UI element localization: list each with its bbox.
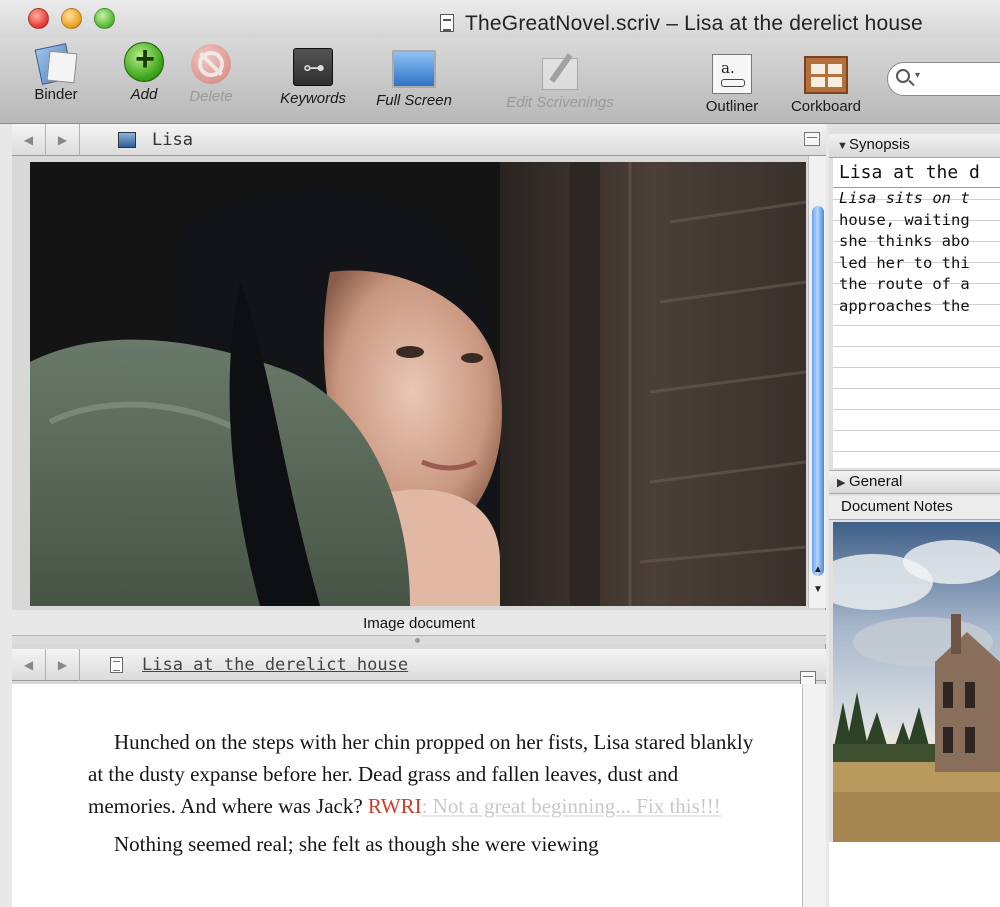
general-label: General xyxy=(849,473,903,490)
split-divider[interactable] xyxy=(12,636,826,644)
editor-scrollbar[interactable] xyxy=(802,684,826,907)
bottom-editor-header: ◀ ▶ Lisa at the derelict house xyxy=(12,649,826,685)
paragraph-1: Hunched on the steps with her chin propp… xyxy=(88,726,762,822)
synopsis-line: Lisa sits on t xyxy=(839,189,970,207)
top-editor-title: Lisa xyxy=(152,130,193,150)
synopsis-line: approaches the xyxy=(839,296,970,315)
derelict-house-photo xyxy=(833,522,1000,842)
image-document-view xyxy=(30,162,806,606)
outliner-label: Outliner xyxy=(705,98,759,115)
bottom-editor-title: Lisa at the derelict house xyxy=(142,655,409,675)
image-document-icon xyxy=(118,132,136,148)
synopsis-header[interactable]: ▼Synopsis xyxy=(829,134,1000,158)
edit-scrivenings-button[interactable]: Edit Scrivenings xyxy=(492,50,628,111)
outliner-button[interactable]: Outliner xyxy=(696,54,768,115)
full-screen-button[interactable]: Full Screen xyxy=(366,50,462,109)
document-notes-area[interactable] xyxy=(829,842,1000,907)
bottom-forward-button[interactable]: ▶ xyxy=(46,649,80,681)
delete-icon xyxy=(191,44,231,84)
synopsis-card[interactable]: Lisa at the d Lisa sits on t house, wait… xyxy=(833,158,1000,468)
add-label: Add xyxy=(130,86,158,103)
add-icon xyxy=(124,40,165,82)
zoom-window-button[interactable] xyxy=(94,8,115,29)
add-button[interactable]: Add xyxy=(118,40,170,103)
lisa-photo xyxy=(30,162,806,606)
delete-button[interactable]: Delete xyxy=(182,44,240,105)
keywords-button[interactable]: Keywords xyxy=(270,48,356,107)
document-notes-header[interactable]: Document Notes xyxy=(829,496,1000,520)
text-editor[interactable]: Hunched on the steps with her chin propp… xyxy=(12,684,802,907)
annotation-text: : Not a great beginning... Fix this!!! xyxy=(421,794,721,818)
top-forward-button[interactable]: ▶ xyxy=(46,124,80,156)
synopsis-line: she thinks abo xyxy=(839,232,970,250)
synopsis-line: the route of a xyxy=(839,275,970,293)
top-back-button[interactable]: ◀ xyxy=(12,124,46,156)
paragraph-2: Nothing seemed real; she felt as though … xyxy=(114,832,599,856)
corkboard-icon xyxy=(804,56,848,94)
synopsis-title[interactable]: Lisa at the d xyxy=(833,158,1000,188)
binder-label: Binder xyxy=(34,86,78,103)
keywords-icon xyxy=(293,48,334,86)
editor-area: ◀ ▶ Lisa ▲ ▼ Image document ◀ ▶ Lisa at … xyxy=(12,124,826,907)
document-proxy-icon[interactable] xyxy=(440,14,454,32)
text-document-icon xyxy=(110,657,123,673)
inspector-pane: ▼Synopsis Lisa at the d Lisa sits on t h… xyxy=(829,124,1000,907)
delete-label: Delete xyxy=(189,88,233,105)
close-window-button[interactable] xyxy=(28,8,49,29)
corkboard-label: Corkboard xyxy=(790,98,862,115)
window-title: TheGreatNovel.scriv – Lisa at the dereli… xyxy=(465,12,923,35)
scrivener-window: TheGreatNovel.scriv – Lisa at the dereli… xyxy=(0,0,1000,907)
scroll-down-arrow[interactable]: ▼ xyxy=(809,584,827,595)
outliner-icon xyxy=(712,54,752,94)
general-header[interactable]: ▶ General xyxy=(829,470,1000,494)
bottom-split-button[interactable] xyxy=(800,671,816,685)
top-split-button[interactable] xyxy=(804,132,820,146)
bottom-back-button[interactable]: ◀ xyxy=(12,649,46,681)
binder-icon xyxy=(34,42,78,82)
scrollbar-thumb[interactable] xyxy=(812,206,824,576)
image-caption: Image document xyxy=(12,610,826,636)
toolbar: Binder Add Delete Keywords Full Screen E… xyxy=(0,38,1000,124)
corkboard-button[interactable]: Corkboard xyxy=(780,56,872,115)
full-screen-icon xyxy=(392,50,436,88)
synopsis-line: house, waiting xyxy=(839,210,970,229)
search-icon xyxy=(896,69,910,83)
minimize-window-button[interactable] xyxy=(61,8,82,29)
synopsis-line: led her to thi xyxy=(839,253,970,272)
top-editor-header: ◀ ▶ Lisa xyxy=(12,124,826,156)
disclosure-open-icon: ▼ xyxy=(837,140,848,152)
edit-scrivenings-label: Edit Scrivenings xyxy=(506,94,614,111)
chevron-down-icon: ▾ xyxy=(915,70,921,81)
keywords-label: Keywords xyxy=(280,90,346,107)
synopsis-label: Synopsis xyxy=(849,136,910,153)
annotation-tag: RWRI xyxy=(367,794,422,818)
disclosure-closed-icon: ▶ xyxy=(837,477,846,489)
document-notes-image xyxy=(833,522,1000,842)
scroll-up-arrow[interactable]: ▲ xyxy=(809,564,827,575)
search-field[interactable]: ▾ xyxy=(887,62,1000,96)
binder-button[interactable]: Binder xyxy=(28,42,84,103)
title-bar: TheGreatNovel.scriv – Lisa at the dereli… xyxy=(0,0,1000,40)
full-screen-label: Full Screen xyxy=(376,92,452,109)
edit-scrivenings-icon xyxy=(538,50,582,90)
image-scrollbar[interactable]: ▲ ▼ xyxy=(808,156,826,608)
